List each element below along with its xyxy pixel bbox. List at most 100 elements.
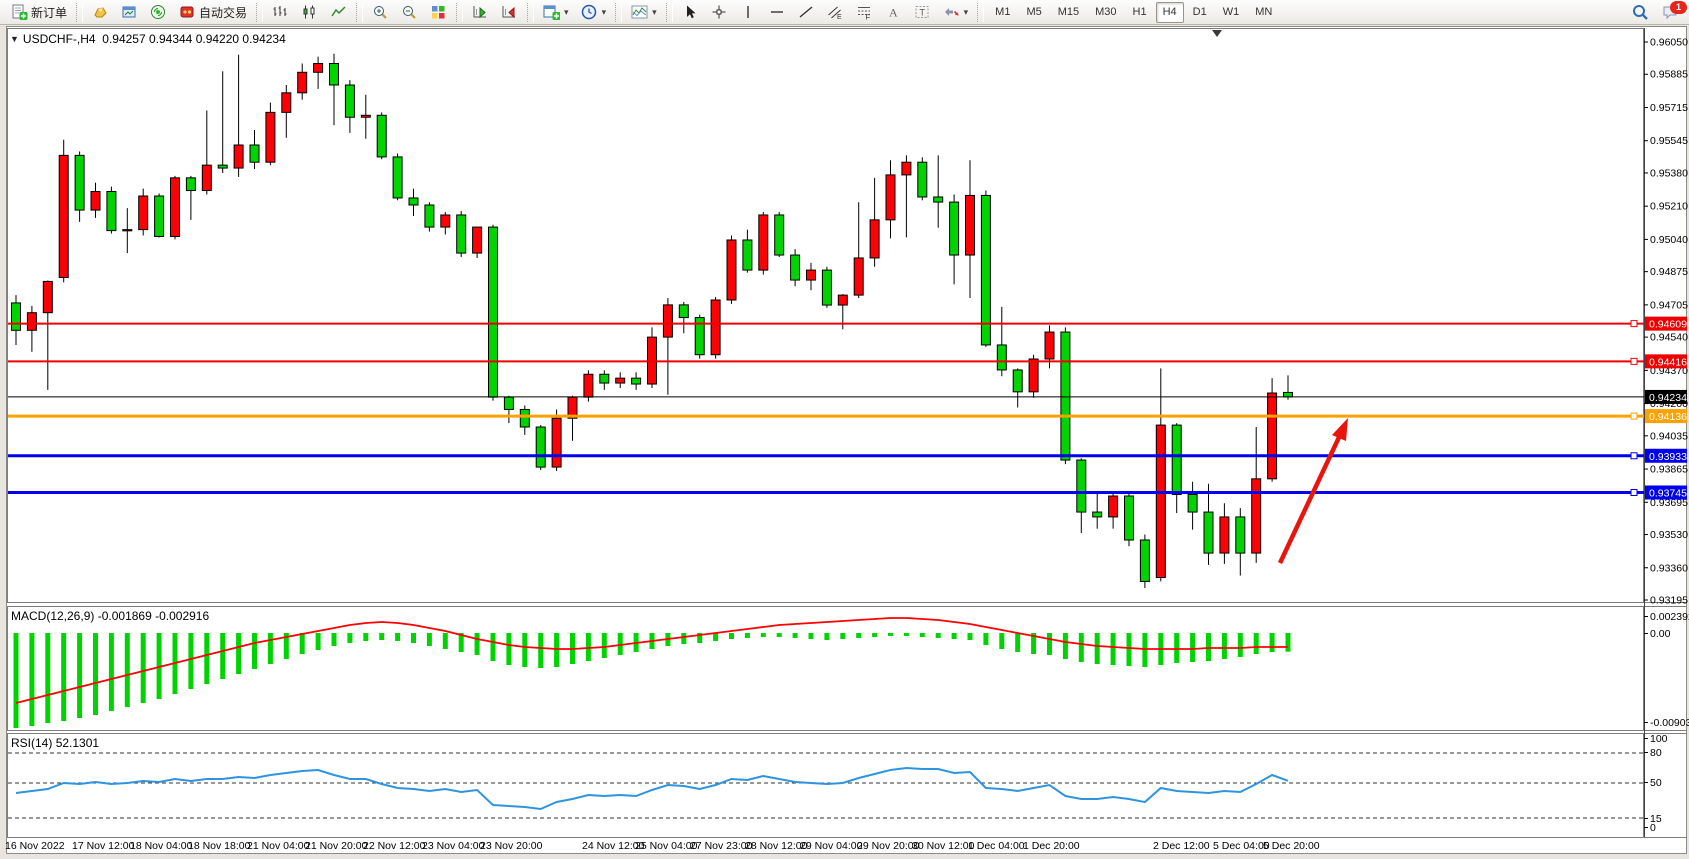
level-end-handle[interactable] [1631,358,1637,364]
chart-shift-icon [501,4,518,20]
gold-button[interactable] [87,1,114,24]
tile-icon [430,4,447,20]
candle [107,187,116,234]
macd-histogram-bar [1142,633,1147,667]
new-order-button[interactable]: 新订单 [6,1,72,24]
macd-histogram-bar [713,633,718,641]
timeframe-m1[interactable]: M1 [988,2,1017,23]
dropdown-arrow-icon[interactable]: ▾ [964,7,969,18]
level-end-handle[interactable] [1631,413,1637,419]
tile-windows-button[interactable] [425,1,452,24]
macd-axis-label: 0.002392 [1650,611,1689,623]
macd-histogram-bar [538,633,543,668]
macd-histogram-bar [220,633,225,679]
symbol-dropdown-icon[interactable]: ▼ [10,34,19,44]
symbol-ohlc-values: 0.94257 0.94344 0.94220 0.94234 [102,32,286,46]
toolbar-separator [456,3,463,22]
chart-shift-button[interactable] [496,1,523,24]
candle-body [139,196,148,230]
macd-name: MACD(12,26,9) [11,609,94,623]
svg-text:E: E [837,14,842,20]
macd-histogram-bar [761,633,766,637]
level-end-handle[interactable] [1631,490,1637,496]
candle-chart-button[interactable] [296,1,323,24]
fibo-icon: F [856,4,873,20]
market-window-button[interactable] [116,1,143,24]
toolbar-separator [256,3,263,22]
zoom-in-button[interactable] [367,1,394,24]
chart-symbol-label[interactable]: ▼ USDCHF-,H4 0.94257 0.94344 0.94220 0.94… [10,32,286,46]
dropdown-arrow-icon[interactable]: ▾ [652,7,657,18]
shapes-button[interactable]: ▾ [938,1,974,24]
trendline-button[interactable] [793,1,820,24]
toolbar-separator [527,3,534,22]
toolbar-separator [977,3,984,22]
dropdown-arrow-icon[interactable]: ▾ [602,7,607,18]
macd-histogram-bar [1206,633,1211,661]
indicators-button[interactable]: ▾ [626,1,662,24]
chat-button[interactable]: 1 [1661,3,1683,23]
price-axis-label: 0.95715 [1650,102,1688,114]
timeframe-m15[interactable]: M15 [1051,2,1086,23]
candle-body [1093,512,1102,517]
signals-button[interactable] [145,1,172,24]
autotrade-button[interactable]: 自动交易 [174,1,252,24]
candle-body [1013,370,1022,392]
macd-histogram-bar [61,633,66,721]
zoom-in-icon [372,4,389,20]
macd-histogram-bar [554,633,559,667]
level-end-handle[interactable] [1631,321,1637,327]
periods-button[interactable]: ▾ [576,1,612,24]
macd-histogram-bar [856,633,861,638]
macd-histogram-bar [602,633,607,658]
dropdown-arrow-icon[interactable]: ▾ [564,7,569,18]
timeframe-m5[interactable]: M5 [1019,2,1048,23]
crosshair-button[interactable] [706,1,733,24]
macd-histogram-bar [1238,633,1243,657]
zoom-out-button[interactable] [396,1,423,24]
main-price-pane [8,29,1644,603]
new-chart-button[interactable]: ▾ [538,1,574,24]
macd-histogram-bar [236,633,241,674]
candle-body [918,162,927,197]
auto-scroll-button[interactable] [467,1,494,24]
time-axis-label: 23 Nov 04:00 [422,840,485,852]
text-label-button[interactable]: T [909,1,936,24]
fibonacci-button[interactable]: F [851,1,878,24]
candle-body [12,303,21,330]
macd-histogram-bar [1190,633,1195,662]
channel-button[interactable]: E [822,1,849,24]
candle-body [600,374,609,383]
macd-histogram-bar [29,633,34,726]
candle [155,193,164,237]
level-end-handle[interactable] [1631,453,1637,459]
candle-body [186,178,195,191]
candle-body [727,240,736,300]
symbol-title: USDCHF-,H4 [23,32,96,46]
timeframe-m30[interactable]: M30 [1088,2,1123,23]
timeframe-d1[interactable]: D1 [1186,2,1214,23]
timeframe-h4[interactable]: H4 [1156,2,1184,23]
candle-body [330,63,339,84]
line-chart-button[interactable] [325,1,352,24]
text-label-icon: T [914,4,931,20]
time-axis-label: 29 Nov 04:00 [800,840,863,852]
window-icon [121,4,138,20]
candles-icon [301,4,318,20]
macd-histogram-bar [809,633,814,639]
text-button[interactable]: A [880,1,907,24]
candle-body [1284,392,1293,396]
timeframe-w1[interactable]: W1 [1216,2,1247,23]
bar-chart-button[interactable] [267,1,294,24]
timeframe-mn[interactable]: MN [1248,2,1279,23]
timeframe-h1[interactable]: H1 [1126,2,1154,23]
horizontal-line-button[interactable] [764,1,791,24]
search-button[interactable] [1631,3,1653,23]
new-order-icon [11,4,28,20]
cursor-button[interactable] [677,1,704,24]
macd-histogram-bar [936,633,941,638]
price-badge-label: 0.94609 [1649,319,1687,331]
candle-body [838,295,847,305]
bars-icon [272,4,289,20]
vertical-line-button[interactable] [735,1,762,24]
